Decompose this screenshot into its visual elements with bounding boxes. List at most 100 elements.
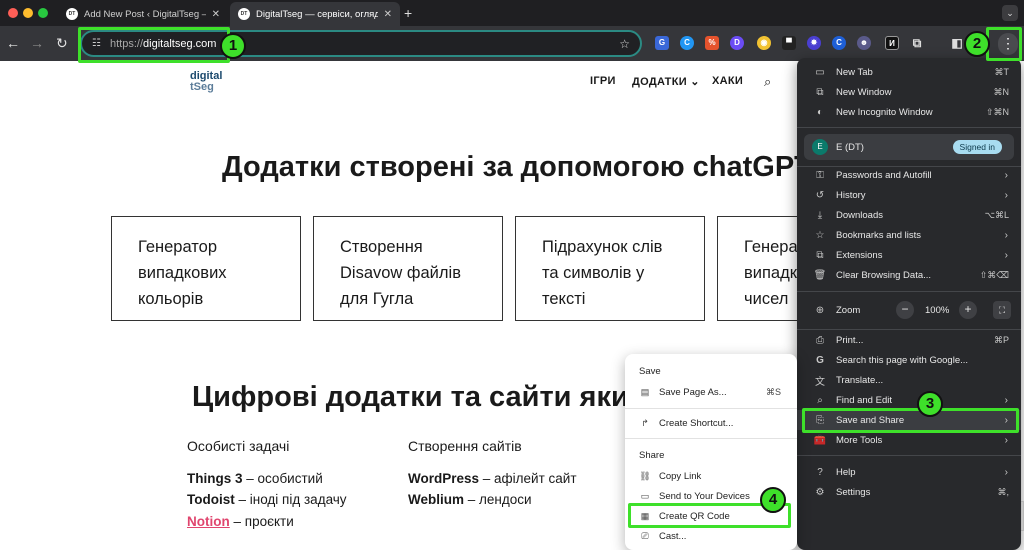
printer-icon: ⎙ xyxy=(816,334,824,346)
submenu-header-share: Share xyxy=(639,450,665,461)
menu-item-find-edit[interactable]: ⌕ Find and Edit › xyxy=(797,390,1021,410)
logo-line2: tSeg xyxy=(190,81,214,93)
menu-item-translate[interactable]: 文 Translate... xyxy=(797,370,1021,390)
extension-blue-icon[interactable]: C xyxy=(680,36,694,50)
close-tab-icon[interactable]: ✕ xyxy=(212,9,220,20)
forward-button[interactable]: → xyxy=(30,35,44,51)
menu-item-search-google[interactable]: G Search this page with Google... xyxy=(797,350,1021,370)
side-panel-icon[interactable]: ◧ xyxy=(950,36,964,50)
chrome-main-menu: ▭ New Tab ⌘T ⧉ New Window ⌘N ◐ New Incognito … xyxy=(797,58,1021,550)
zoom-in-button[interactable]: + xyxy=(959,301,977,319)
highlight-address-bar xyxy=(78,27,230,63)
menu-label: New Incognito Window xyxy=(836,106,933,118)
card-line: Disavow файлів xyxy=(340,264,461,282)
zoom-out-button[interactable]: − xyxy=(896,301,914,319)
menu-label: Extensions xyxy=(836,249,883,261)
extension-shield-icon[interactable]: ◉ xyxy=(757,36,771,50)
extension-d-icon[interactable]: D xyxy=(730,36,744,50)
submenu-item-copy-link[interactable]: ⛓ Copy Link xyxy=(625,466,797,486)
submenu-item-create-shortcut[interactable]: ↱ Create Shortcut... xyxy=(625,413,797,433)
extension-percent-icon[interactable]: % xyxy=(705,36,719,50)
back-button[interactable]: ← xyxy=(6,35,20,51)
menu-item-more-tools[interactable]: 🧰 More Tools › xyxy=(797,430,1021,450)
app-card-word-counter[interactable]: Підрахунок слів та символів у тексті xyxy=(515,216,705,321)
close-tab-icon[interactable]: ✕ xyxy=(384,9,392,20)
app-name: Weblium xyxy=(408,492,465,507)
extension-gear-icon[interactable]: ✸ xyxy=(807,36,821,50)
menu-item-new-window[interactable]: ⧉ New Window ⌘N xyxy=(797,82,1021,102)
find-edit-icon: ⌕ xyxy=(817,394,823,406)
extension-c-icon[interactable]: C xyxy=(832,36,846,50)
menu-label: New Window xyxy=(836,86,892,98)
menu-label: Settings xyxy=(836,486,871,498)
step-badge-2: 2 xyxy=(964,31,990,57)
translate-extension-icon[interactable]: G xyxy=(655,36,669,50)
search-icon[interactable]: ⌕ xyxy=(764,74,771,90)
menu-item-clear-data[interactable]: 🗑 Clear Browsing Data... ⇧⌘⌫ xyxy=(797,265,1021,285)
menu-item-extensions[interactable]: ⧉ Extensions › xyxy=(797,245,1021,265)
notion-link[interactable]: Notion xyxy=(187,514,230,529)
list-item: Things 3 – особистий xyxy=(187,471,323,486)
tab-title: DigitalTseg — сервіси, огляд xyxy=(256,8,378,20)
menu-item-help[interactable]: ? Help › xyxy=(797,462,1021,482)
app-card-color-generator[interactable]: Генератор випадкових кольорів xyxy=(111,216,301,321)
tab-search-button[interactable]: ⌄ xyxy=(1002,5,1018,21)
menu-label: Search this page with Google... xyxy=(836,354,969,366)
chevron-right-icon: › xyxy=(1004,249,1008,261)
reload-button[interactable]: ↻ xyxy=(56,35,68,52)
nav-apps[interactable]: ДОДАТКИ ⌄ xyxy=(632,75,700,88)
new-tab-button[interactable]: + xyxy=(404,5,412,21)
chevron-right-icon: › xyxy=(1004,394,1008,406)
menu-item-new-incognito[interactable]: ◐ New Incognito Window ⇧⌘N xyxy=(797,102,1021,122)
card-line: Підрахунок слів xyxy=(542,238,663,256)
close-window-button[interactable] xyxy=(8,8,18,18)
tab-digitaltseg[interactable]: DT DigitalTseg — сервіси, огляд ✕ xyxy=(230,2,400,26)
app-name: Things 3 xyxy=(187,471,243,486)
submenu-item-cast[interactable]: ⎚ Cast... xyxy=(625,526,797,546)
column-title-personal: Особисті задачі xyxy=(187,438,290,454)
toolbox-icon: 🧰 xyxy=(813,434,827,446)
extensions-puzzle-icon[interactable]: ⧉ xyxy=(910,36,924,50)
menu-label: Downloads xyxy=(836,209,883,221)
site-logo[interactable]: digital tSeg xyxy=(190,71,230,93)
shortcut: ⌘N xyxy=(993,86,1010,97)
zoom-label: Zoom xyxy=(836,304,861,316)
menu-label: Help xyxy=(836,466,856,478)
column-title-websites: Створення сайтів xyxy=(408,438,522,454)
nav-games[interactable]: ІГРИ xyxy=(590,75,616,87)
key-icon: ⚿ xyxy=(816,169,824,181)
shortcut: ⇧⌘⌫ xyxy=(979,269,1009,280)
nav-hacks[interactable]: ХАКИ xyxy=(712,75,743,87)
tab-add-new-post[interactable]: DT Add New Post ‹ DigitalTseg — ✕ xyxy=(58,2,228,26)
menu-item-downloads[interactable]: ⤓ Downloads ⌥⌘L xyxy=(797,205,1021,225)
step-badge-3: 3 xyxy=(917,391,943,417)
maximize-window-button[interactable] xyxy=(38,8,48,18)
menu-item-new-tab[interactable]: ▭ New Tab ⌘T xyxy=(797,62,1021,82)
app-card-disavow[interactable]: Створення Disavow файлів для Гугла xyxy=(313,216,503,321)
menu-item-settings[interactable]: ⚙ Settings ⌘, xyxy=(797,482,1021,502)
list-item: Todoist – іноді під задачу xyxy=(187,492,347,507)
minimize-window-button[interactable] xyxy=(23,8,33,18)
bookmark-star-icon[interactable]: ☆ xyxy=(619,37,630,51)
menu-item-print[interactable]: ⎙ Print... ⌘P xyxy=(797,330,1021,350)
chevron-right-icon: › xyxy=(1004,434,1008,446)
list-item: Weblium – лендоси xyxy=(408,492,532,507)
extension-n-icon[interactable]: И xyxy=(885,36,899,50)
submenu-item-save-page[interactable]: ▤ Save Page As... ⌘S xyxy=(625,382,797,402)
menu-label: Bookmarks and lists xyxy=(836,229,922,241)
list-item: Notion – проєкти xyxy=(187,514,294,529)
shortcut: ⇧⌘N xyxy=(985,106,1009,117)
devices-icon: ▭ xyxy=(640,490,650,501)
extension-ghost-icon[interactable]: ☻ xyxy=(857,36,871,50)
menu-item-history[interactable]: ↺ History › xyxy=(797,185,1021,205)
profile-row[interactable]: E E (DT) Signed in xyxy=(804,134,1014,160)
extension-glasses-icon[interactable]: ▀ xyxy=(782,36,796,50)
submenu-label: Cast... xyxy=(659,530,687,542)
shortcut: ⌘, xyxy=(997,486,1009,497)
history-icon: ↺ xyxy=(815,189,825,201)
card-line: для Гугла xyxy=(340,290,414,308)
fullscreen-icon[interactable]: ⛶ xyxy=(993,301,1011,319)
menu-item-bookmarks[interactable]: ☆ Bookmarks and lists › xyxy=(797,225,1021,245)
menu-item-passwords[interactable]: ⚿ Passwords and Autofill › xyxy=(797,165,1021,185)
app-desc: – афілейт сайт xyxy=(479,471,577,486)
